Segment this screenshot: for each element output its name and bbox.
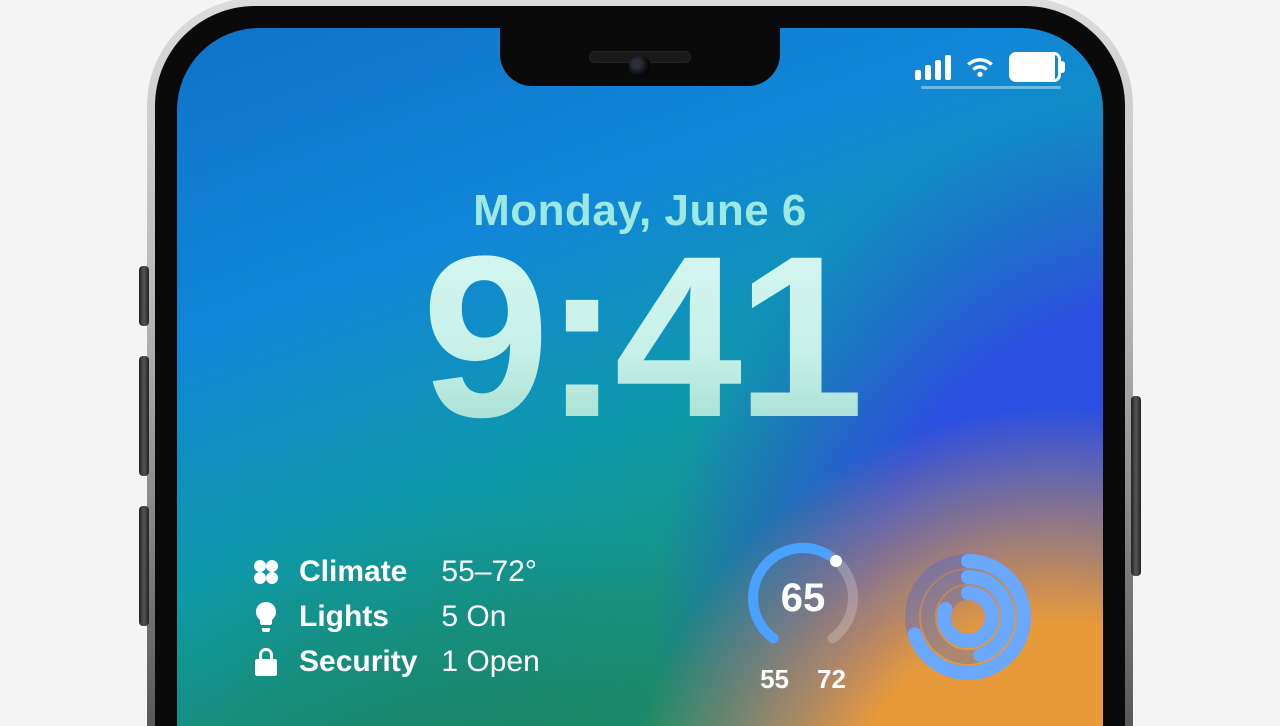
battery-icon: [1009, 52, 1061, 82]
status-underline: [921, 86, 1061, 89]
activity-rings-widget[interactable]: [903, 552, 1033, 682]
fan-icon: [252, 558, 280, 586]
lockscreen-time: 9:41: [177, 222, 1103, 452]
cellular-signal-icon: [915, 55, 951, 80]
weather-gauge: 65: [743, 538, 863, 658]
climate-label: Climate: [299, 549, 417, 594]
volume-down-button[interactable]: [139, 506, 149, 626]
widget-row: Climate 55–72° Lights 5 On Security 1 Op…: [247, 538, 1033, 695]
lights-value: 5 On: [441, 594, 539, 639]
display-notch: [500, 28, 780, 86]
climate-value: 55–72°: [441, 549, 539, 594]
weather-high: 72: [817, 664, 846, 695]
mute-switch[interactable]: [139, 266, 149, 326]
home-summary-widget[interactable]: Climate 55–72° Lights 5 On Security 1 Op…: [247, 549, 540, 684]
side-power-button[interactable]: [1131, 396, 1141, 576]
lock-icon: [255, 648, 277, 676]
weather-range: 55 72: [760, 664, 846, 695]
weather-widget[interactable]: 65 55 72: [743, 538, 863, 695]
weather-current-temp: 65: [743, 538, 863, 658]
volume-up-button[interactable]: [139, 356, 149, 476]
lights-label: Lights: [299, 594, 417, 639]
iphone-frame: Monday, June 6 9:41 Climate 55–72° Light…: [155, 6, 1125, 726]
lock-screen[interactable]: Monday, June 6 9:41 Climate 55–72° Light…: [177, 28, 1103, 726]
security-value: 1 Open: [441, 639, 539, 684]
security-label: Security: [299, 639, 417, 684]
front-camera: [629, 56, 651, 78]
bulb-icon: [255, 602, 277, 632]
wifi-icon: [965, 55, 995, 79]
status-bar: [915, 52, 1061, 82]
weather-low: 55: [760, 664, 789, 695]
